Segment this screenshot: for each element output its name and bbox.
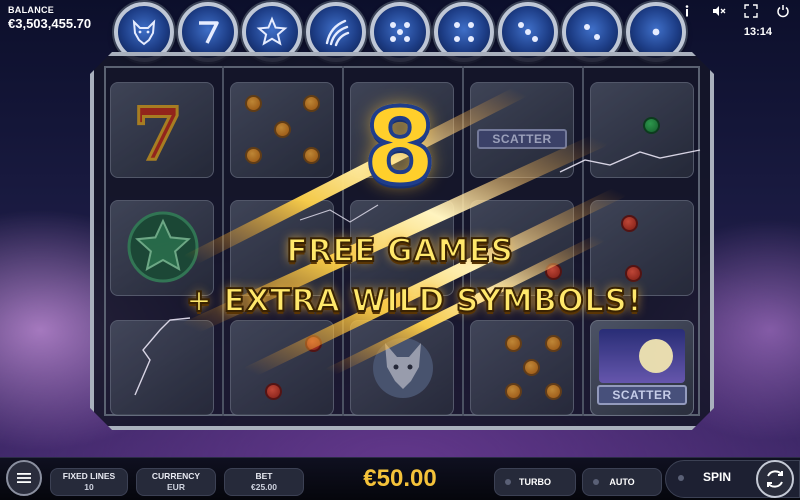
refresh-icon xyxy=(767,470,783,488)
reel-symbol-scatter: SCATTER xyxy=(590,320,694,416)
dice-pip xyxy=(621,215,638,232)
reel-symbol xyxy=(110,320,214,416)
free-games-count: 8 xyxy=(355,92,445,202)
auto-label: AUTO xyxy=(609,477,635,487)
scatter-sky xyxy=(599,329,685,383)
dice-pip xyxy=(303,95,320,112)
fixed-lines-value: 10 xyxy=(84,482,94,492)
dice-pip xyxy=(305,335,322,352)
dice-pip xyxy=(265,383,282,400)
currency-selector[interactable]: CURRENCY EUR xyxy=(136,468,216,496)
spin-indicator xyxy=(678,475,684,481)
extra-wild-text: + EXTRA WILD SYMBOLS! xyxy=(185,282,642,320)
total-bet-display: €50.00 xyxy=(363,465,437,492)
dice-pip xyxy=(545,335,562,352)
clock: 13:14 xyxy=(743,26,772,38)
bet-value: €25.00 xyxy=(251,482,277,492)
turbo-toggle[interactable]: TURBO xyxy=(494,468,576,496)
reel-symbol-wolf xyxy=(350,320,454,416)
free-games-text: FREE GAMES xyxy=(286,232,514,270)
scatter-label: SCATTER xyxy=(477,129,567,149)
bet-label: BET xyxy=(255,471,273,482)
turbo-label: TURBO xyxy=(519,477,551,487)
auto-indicator xyxy=(593,479,599,485)
dice-pip xyxy=(303,147,320,164)
moon-icon xyxy=(639,339,673,373)
reel-symbol-dice-five xyxy=(470,320,574,416)
dice-pip xyxy=(523,359,540,376)
seven-icon: 7 xyxy=(131,90,184,178)
turbo-indicator xyxy=(505,479,511,485)
mute-icon[interactable] xyxy=(712,4,726,18)
scatter-label: SCATTER xyxy=(597,385,687,405)
dice-pip xyxy=(274,121,291,138)
fixed-lines-label: FIXED LINES xyxy=(62,471,116,482)
dice-pip xyxy=(245,147,262,164)
menu-button[interactable] xyxy=(6,460,42,496)
spin-label: SPIN xyxy=(703,470,732,484)
top-controls xyxy=(680,4,790,18)
dice-pip xyxy=(505,383,522,400)
fixed-lines-display: FIXED LINES 10 xyxy=(50,468,128,496)
balance-value: €3,503,455.70 xyxy=(8,16,92,31)
auto-toggle[interactable]: AUTO xyxy=(582,468,662,496)
dice-pip xyxy=(245,95,262,112)
fullscreen-icon[interactable] xyxy=(744,4,758,18)
menu-icon xyxy=(17,473,31,483)
balance-label: BALANCE xyxy=(8,5,55,15)
dice-pip xyxy=(545,383,562,400)
spin-button[interactable] xyxy=(756,460,794,498)
reel-symbol-seven: 7 xyxy=(110,82,214,178)
reel-symbol-dice-two xyxy=(590,82,694,178)
reel-symbol-scatter: SCATTER xyxy=(470,82,574,178)
bet-selector[interactable]: BET €25.00 xyxy=(224,468,304,496)
reel-symbol-dice-two xyxy=(230,320,334,416)
power-icon[interactable] xyxy=(776,4,790,18)
wolf-icon xyxy=(373,338,433,398)
dice-pip xyxy=(505,335,522,352)
reel-symbol-dice-five xyxy=(230,82,334,178)
currency-value: EUR xyxy=(167,482,185,492)
dice-pip xyxy=(643,117,660,134)
currency-label: CURRENCY xyxy=(151,471,201,482)
